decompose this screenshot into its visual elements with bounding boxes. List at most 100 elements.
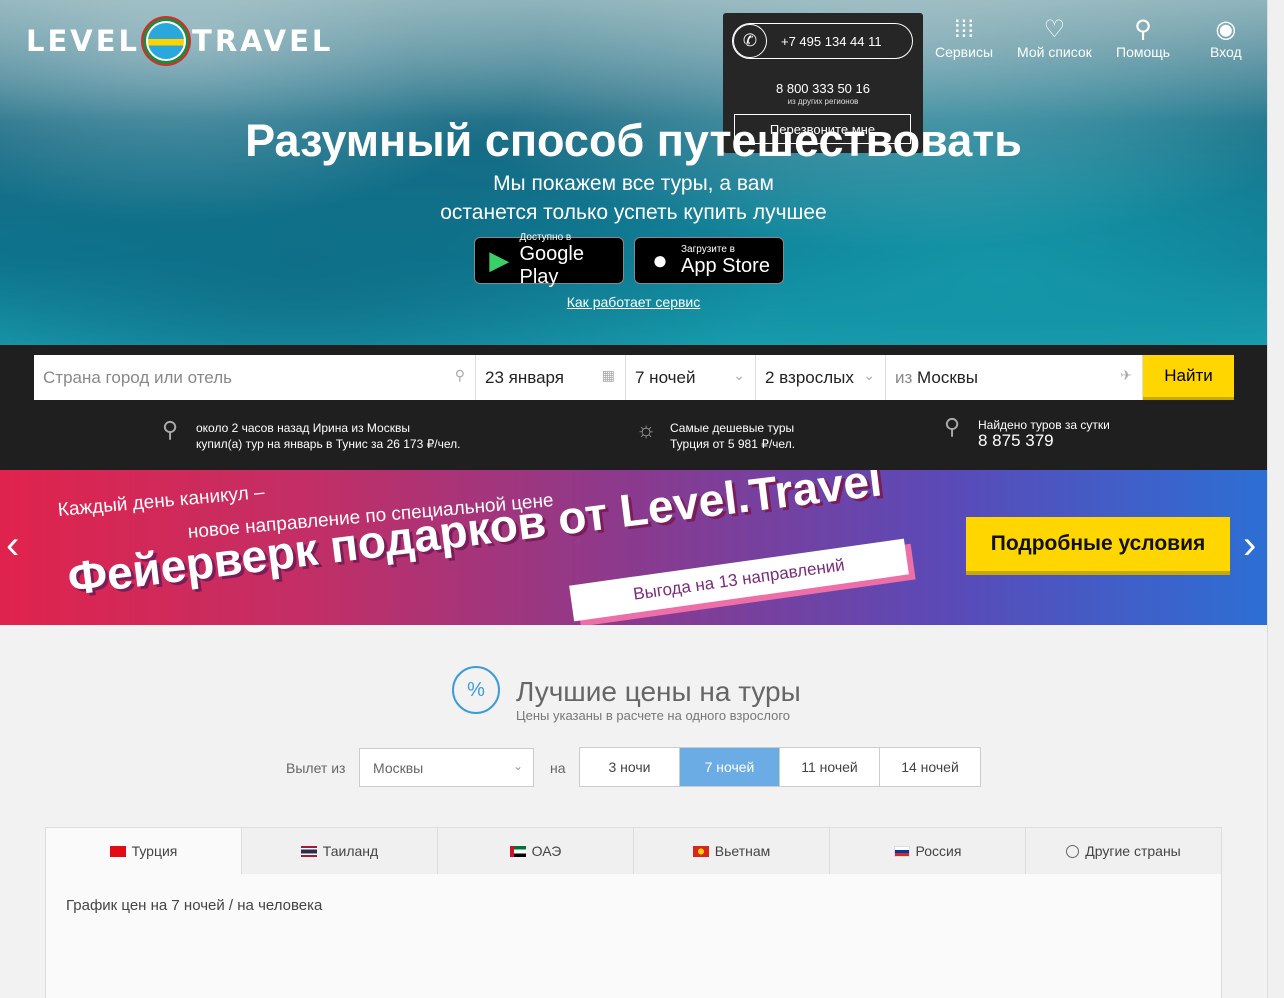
scrollbar[interactable] — [1267, 0, 1284, 998]
app-store-big: App Store — [681, 254, 770, 277]
nav-my-list[interactable]: ♡ Мой список — [1017, 16, 1092, 60]
google-play-icon: ▶ — [489, 245, 510, 275]
on-label: на — [550, 760, 566, 776]
banner-details-button[interactable]: Подробные условия — [966, 517, 1230, 575]
date-value: 23 января — [485, 367, 564, 387]
uae-flag-icon — [509, 845, 526, 857]
cheap-title: Самые дешевые туры — [670, 421, 795, 435]
logo-sun-icon — [146, 21, 187, 61]
phone-icon: ✆ — [733, 24, 767, 58]
price-chart-title: График цен на 7 ночей / на человека — [66, 897, 323, 914]
sun-sea-icon: ☼ — [636, 417, 657, 442]
nav-my-list-label: Мой список — [1017, 44, 1092, 60]
departure-city-field[interactable]: из Москвы ✈ — [886, 355, 1143, 400]
nav-services-label: Сервисы — [935, 44, 994, 60]
destination-placeholder: Страна город или отель — [43, 367, 232, 387]
nights-option-7[interactable]: 7 ночей — [680, 748, 780, 786]
chevron-down-icon: ⌄ — [733, 367, 745, 383]
promo-banner[interactable]: ‹ › Каждый день каникул – новое направле… — [0, 470, 1267, 625]
found-tours-info: ⚲ Найдено туров за сутки 8 875 379 — [944, 414, 1110, 450]
tab-turkey-label: Турция — [131, 843, 178, 859]
nav-help[interactable]: ⚲ Помощь — [1116, 16, 1170, 60]
tab-turkey[interactable]: Турция — [46, 828, 242, 874]
how-it-works-link[interactable]: Как работает сервис — [0, 294, 1267, 310]
hero-subtitle-line1: Мы покажем все туры, а вам — [493, 172, 774, 195]
nights-value: 7 ночей — [635, 367, 696, 387]
tab-uae[interactable]: ОАЭ — [438, 828, 634, 874]
search-band: Страна город или отель ⚲ 23 января ▦ 7 н… — [0, 345, 1267, 470]
phone-alt-number[interactable]: 8 800 333 50 16 — [723, 81, 923, 96]
departure-value: Москвы — [373, 759, 424, 776]
country-tabs: Турция Таиланд ОАЭ Вьетнам Россия Другие… — [45, 827, 1222, 875]
russia-flag-icon — [893, 845, 910, 857]
percent-badge-icon: % — [452, 666, 500, 714]
logo-text-right: TRAVEL — [192, 24, 334, 58]
app-store-small: Загрузите в — [681, 243, 735, 255]
tab-russia[interactable]: Россия — [830, 828, 1026, 874]
thailand-flag-icon — [300, 845, 317, 857]
search-icon: ⚲ — [454, 367, 465, 383]
nights-option-14[interactable]: 14 ночей — [880, 748, 980, 786]
banner-ribbon: Выгода на 13 направлений — [569, 538, 909, 622]
best-prices-subtitle: Цены указаны в расчете на одного взросло… — [516, 708, 791, 723]
banner-line1: Каждый день каникул – — [57, 481, 266, 521]
cheapest-tours-info: ☼ Самые дешевые туры Турция от 5 981 ₽/ч… — [636, 417, 796, 452]
magnifier-icon: ⚲ — [944, 414, 961, 439]
phone-alt-note: из других регионов — [787, 97, 859, 106]
calendar-icon: ▦ — [601, 367, 615, 383]
user-icon: ◉ — [1215, 16, 1237, 43]
departure-label: Вылет из — [286, 760, 346, 776]
plane-icon: ✈ — [1120, 367, 1132, 383]
best-prices-title: Лучшие цены на туры — [516, 676, 801, 707]
nav-services[interactable]: ⁞⁞⁞ Сервисы — [935, 16, 993, 60]
found-count: 8 875 379 — [978, 431, 1054, 450]
guests-value: 2 взрослых — [765, 367, 854, 387]
google-play-big: Google Play — [519, 243, 585, 288]
from-prefix: из — [895, 367, 913, 387]
find-button[interactable]: Найти — [1143, 355, 1234, 400]
phone-main-number: +7 495 134 44 11 — [781, 33, 882, 49]
nav-login-label: Вход — [1210, 44, 1242, 60]
from-city: Москвы — [917, 367, 979, 387]
nights-option-11[interactable]: 11 ночей — [780, 748, 880, 786]
nights-toggle: 3 ночи 7 ночей 11 ночей 14 ночей — [579, 747, 981, 787]
departure-select[interactable]: Москвы ⌄ — [359, 748, 534, 787]
hero-title: Разумный способ путешествовать — [245, 115, 1022, 166]
hero-subtitle-line2: останется только успеть купить лучшее — [440, 201, 827, 224]
nav-login[interactable]: ◉ Вход — [1210, 16, 1242, 60]
tab-thailand[interactable]: Таиланд — [242, 828, 438, 874]
nights-select[interactable]: 7 ночей ⌄ — [626, 355, 756, 400]
tab-thailand-label: Таиланд — [322, 843, 379, 859]
logo[interactable]: LEVEL TRAVEL — [26, 18, 333, 64]
date-field[interactable]: 23 января ▦ — [476, 355, 626, 400]
app-store-button[interactable]: ● Загрузите в App Store — [634, 237, 784, 284]
globe-icon — [1066, 844, 1080, 858]
banner-prev-arrow-icon[interactable]: ‹ — [6, 525, 19, 565]
tab-vietnam[interactable]: Вьетнам — [634, 828, 830, 874]
tab-russia-label: Россия — [915, 843, 962, 859]
guests-select[interactable]: 2 взрослых ⌄ — [756, 355, 886, 400]
phone-main-pill[interactable]: ✆ +7 495 134 44 11 — [732, 23, 913, 59]
vietnam-flag-icon — [692, 845, 709, 857]
recent-line1: около 2 часов назад Ирина из Москвы — [196, 421, 410, 435]
tab-uae-label: ОАЭ — [531, 843, 562, 859]
google-play-small: Доступно в — [519, 232, 572, 243]
tab-other-countries[interactable]: Другие страны — [1026, 828, 1221, 874]
chevron-down-icon: ⌄ — [863, 367, 875, 383]
help-icon: ⚲ — [1134, 16, 1152, 43]
cheap-text: Турция от 5 981 ₽/чел. — [670, 437, 796, 451]
apple-icon: ● — [652, 245, 668, 275]
traveler-icon: ⚲ — [162, 417, 179, 442]
price-chart-panel: График цен на 7 ночей / на человека — [45, 874, 1222, 998]
destination-input[interactable]: Страна город или отель ⚲ — [34, 355, 476, 400]
turkey-flag-icon — [109, 845, 126, 857]
grid-icon: ⁞⁞⁞ — [954, 16, 975, 43]
chevron-down-icon: ⌄ — [512, 759, 523, 773]
google-play-button[interactable]: ▶ Доступно в Google Play — [474, 232, 624, 288]
logo-text-left: LEVEL — [26, 24, 141, 58]
recent-purchase-info: ⚲ около 2 часов назад Ирина из Москвы ку… — [162, 417, 461, 452]
nav-help-label: Помощь — [1116, 44, 1171, 60]
recent-line2: купил(а) тур на январь в Тунис за 26 173… — [196, 437, 461, 451]
nights-option-3[interactable]: 3 ночи — [580, 748, 680, 786]
banner-next-arrow-icon[interactable]: › — [1243, 525, 1256, 565]
